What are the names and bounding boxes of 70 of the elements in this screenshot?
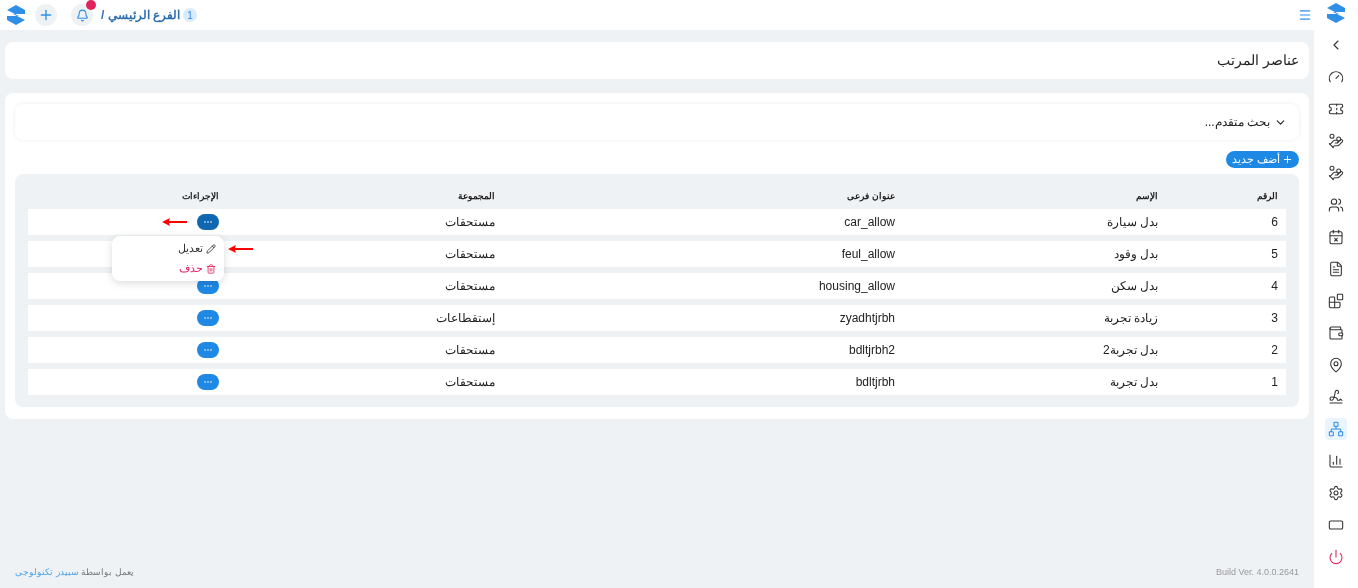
table-cell-text: إستقطاعات: [436, 310, 495, 327]
pencil-icon: [206, 243, 216, 254]
plus-icon: [38, 7, 54, 23]
table-cell-text: 6: [1271, 214, 1278, 231]
calendar-x-icon: [1328, 229, 1344, 245]
blocks-icon: [1328, 293, 1344, 309]
pointer-arrow: [228, 245, 253, 253]
table-cell-text: مستحقات: [445, 374, 495, 391]
table-cell-text: 2: [1271, 342, 1278, 359]
table-cell-text: بدل وقود: [1113, 246, 1158, 263]
table-cell-text: 3: [1271, 310, 1278, 327]
menu-item[interactable]: تعديل: [178, 240, 216, 257]
actions-button[interactable]: [197, 374, 219, 390]
users-icon: [1328, 197, 1344, 213]
powered-by-text: يعمل بواسطة سبيدر تكنولوجى: [15, 566, 134, 580]
document-icon: [1328, 261, 1344, 277]
logo-icon: [1325, 2, 1347, 24]
logo-icon: [5, 4, 27, 26]
actions-button[interactable]: [197, 214, 219, 230]
screen-icon: [1328, 517, 1344, 533]
hand-coins-icon: [1328, 133, 1344, 149]
table-cell-text: zyadhtjrbh: [839, 310, 895, 327]
table-cell-text: مستحقات: [445, 278, 495, 295]
signature-icon: [1328, 389, 1344, 405]
actions-button[interactable]: [197, 342, 219, 358]
table-cell-text: بدل سكن: [1110, 278, 1158, 295]
table-cell-text: housing_allow: [818, 278, 895, 295]
pin-icon: [1328, 357, 1344, 373]
ticket-icon: [1328, 101, 1344, 117]
wallet-icon: [1328, 325, 1344, 341]
table-cell-text: 5: [1271, 246, 1278, 263]
branch-number: 1: [183, 8, 197, 22]
build-version: Build Ver. 4.0.0.2641: [1215, 566, 1299, 580]
pointer-arrow: [162, 218, 187, 226]
column-header: عنوان فرعى: [846, 190, 896, 204]
add-button[interactable]: [35, 4, 57, 26]
table-cell-text: 1: [1271, 374, 1278, 391]
table-cell-text: 4: [1271, 278, 1278, 295]
column-header: الإسم: [1135, 190, 1159, 204]
network-icon: [1328, 421, 1344, 437]
power-icon: [1328, 549, 1344, 565]
table-cell-text: car_allow: [844, 214, 895, 231]
add-new-button[interactable]: أضف جديد: [1225, 151, 1299, 168]
page-title: عناصر المرتب: [1217, 51, 1299, 71]
table-cell-text: مستحقات: [445, 214, 495, 231]
hand-coins-icon: [1328, 165, 1344, 181]
menu-item[interactable]: حذف: [179, 260, 216, 277]
plus-icon: [1282, 154, 1293, 165]
table-cell-text: بدل سيارة: [1106, 214, 1158, 231]
settings-icon: [1328, 485, 1344, 501]
table-cell-text: زيادة تجربة: [1103, 310, 1158, 327]
trash-icon: [206, 263, 216, 274]
notification-badge: [86, 0, 96, 10]
branch-breadcrumb[interactable]: الفرع الرئيسي /: [101, 6, 180, 24]
actions-button[interactable]: [197, 310, 219, 326]
gauge-icon: [1328, 69, 1344, 85]
column-header: الرقم: [1256, 190, 1279, 204]
column-header: الإجراءات: [181, 190, 220, 204]
table-cell-text: بدل تجربة2: [1102, 342, 1158, 359]
table-cell-text: مستحقات: [445, 342, 495, 359]
bell-icon: [75, 8, 89, 22]
table-cell-text: بدل تجربة: [1109, 374, 1158, 391]
table-cell-text: bdltjrbh2: [848, 342, 895, 359]
advanced-search-toggle[interactable]: بحث متقدم...: [15, 104, 1299, 140]
bar-chart-icon: [1328, 453, 1344, 469]
menu-icon: [1298, 8, 1312, 22]
table-cell-text: مستحقات: [445, 246, 495, 263]
column-header: المجموعة: [457, 190, 496, 204]
table-cell-text: feul_allow: [841, 246, 895, 263]
table-cell-text: bdltjrbh: [855, 374, 895, 391]
